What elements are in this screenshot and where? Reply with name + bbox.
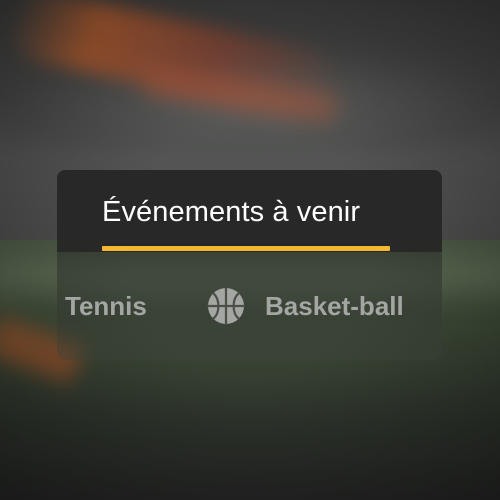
basketball-icon <box>206 286 246 326</box>
title-underline <box>102 246 390 251</box>
card-header: Événements à venir <box>57 170 442 252</box>
tab-basketball-label: Basket-ball <box>265 290 404 321</box>
section-title: Événements à venir <box>102 196 361 228</box>
tab-tennis-label: Tennis <box>65 290 147 321</box>
tab-tennis[interactable]: Tennis <box>65 288 147 324</box>
tab-basketball[interactable]: Basket-ball <box>206 286 404 326</box>
upcoming-events-card: Événements à venir Tennis Basket-ball <box>57 170 442 360</box>
screen: Événements à venir Tennis Basket-ball <box>0 0 500 500</box>
sport-tabs: Tennis Basket-ball <box>57 252 442 360</box>
